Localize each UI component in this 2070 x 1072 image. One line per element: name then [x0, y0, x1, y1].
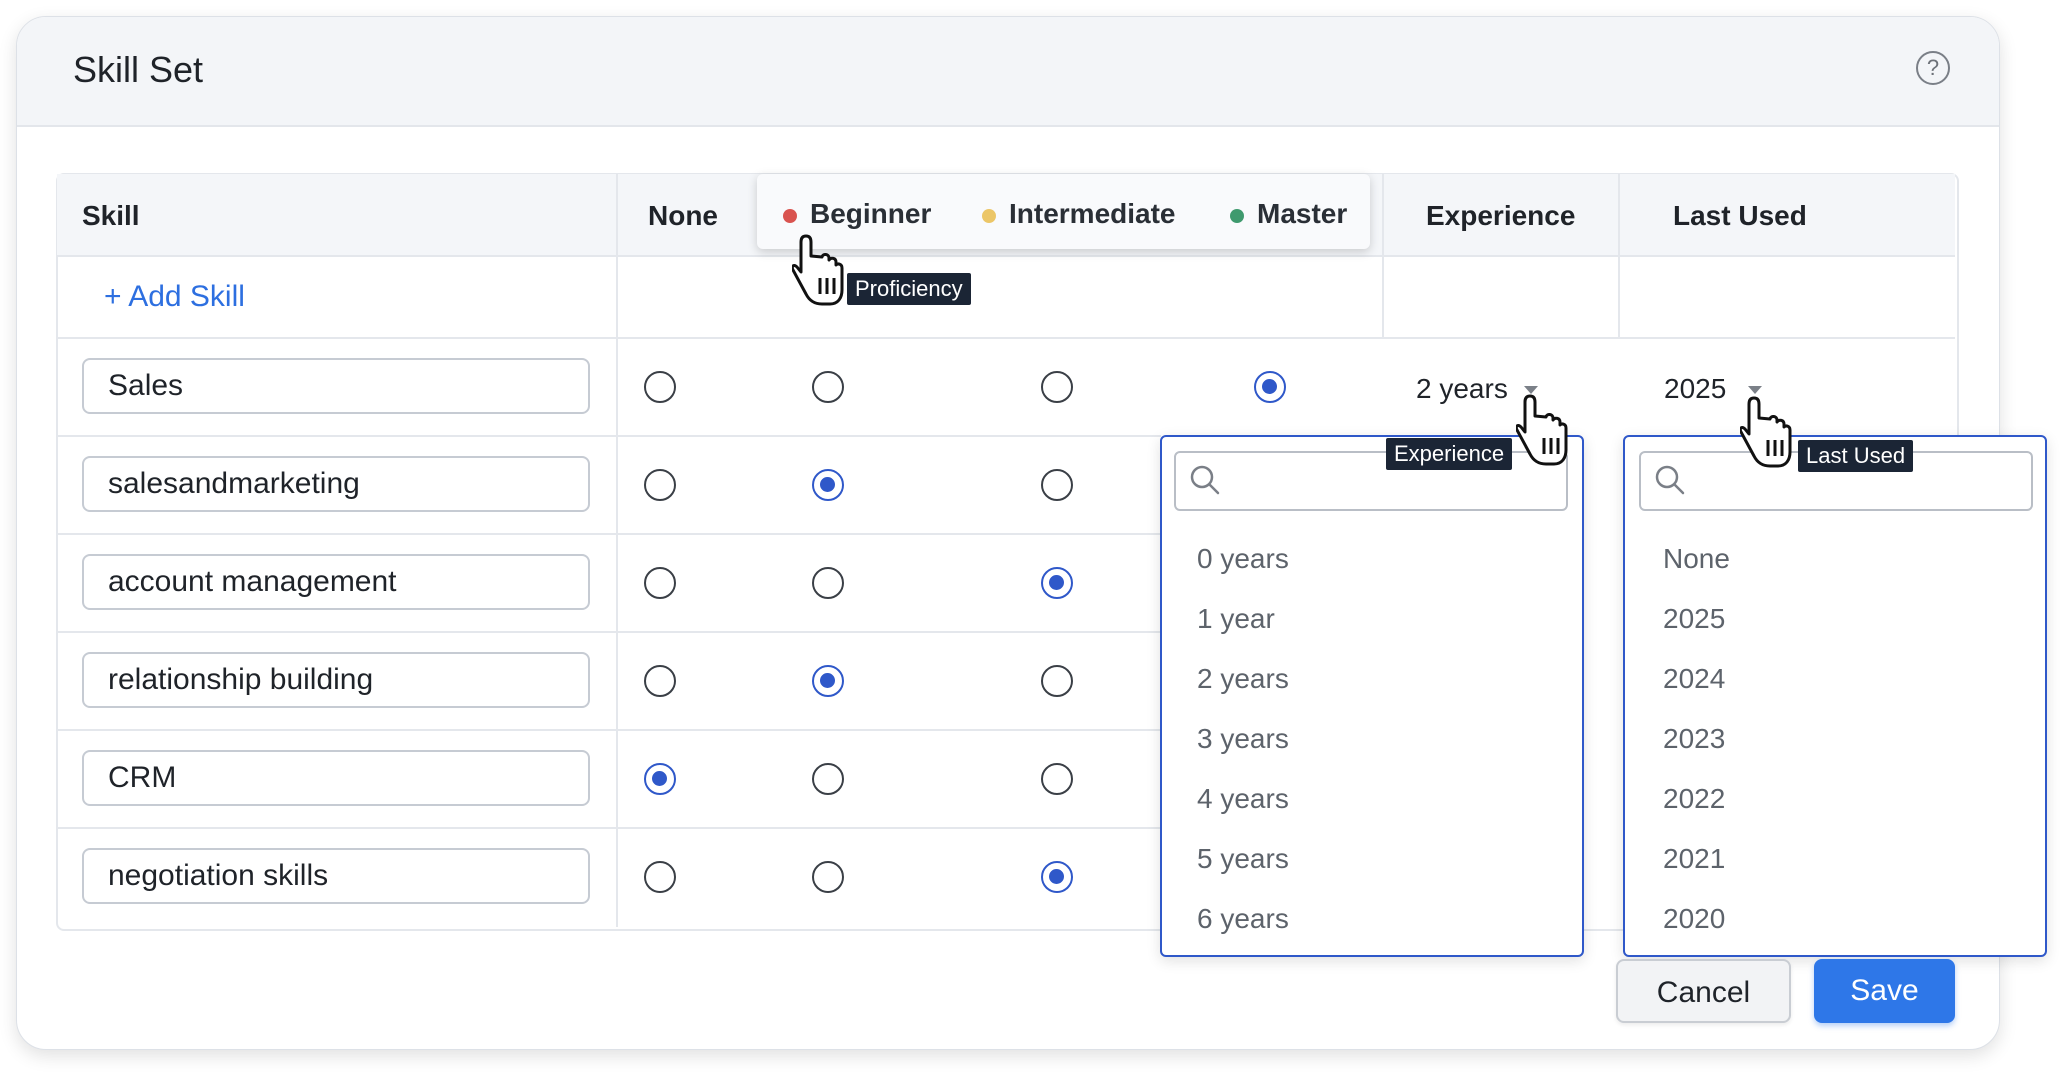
beginner-dot-icon: [783, 209, 797, 223]
panel-header: [17, 17, 1999, 127]
proficiency-radio-intermediate[interactable]: [1041, 567, 1073, 599]
experience-option[interactable]: 5 years: [1197, 843, 1289, 875]
column-header-none: None: [648, 200, 718, 231]
last-used-select-value[interactable]: 2025: [1664, 373, 1726, 405]
last-used-option[interactable]: 2025: [1663, 603, 1725, 635]
proficiency-radio-beginner[interactable]: [812, 371, 844, 403]
column-divider: [616, 174, 618, 927]
last-used-tooltip: Last Used: [1798, 440, 1914, 472]
skill-name-input[interactable]: negotiation skills: [82, 848, 590, 904]
column-divider: [1618, 174, 1620, 338]
search-icon: [1190, 465, 1220, 495]
column-header-master[interactable]: Master: [1257, 198, 1347, 230]
last-used-dropdown: [1623, 435, 2047, 957]
column-header-beginner[interactable]: Beginner: [810, 198, 931, 230]
help-icon[interactable]: ?: [1916, 51, 1950, 85]
intermediate-dot-icon: [982, 209, 996, 223]
row-divider: [57, 337, 1955, 339]
skill-name-input[interactable]: CRM: [82, 750, 590, 806]
proficiency-radio-intermediate[interactable]: [1041, 371, 1073, 403]
experience-option[interactable]: 3 years: [1197, 723, 1289, 755]
proficiency-radio-beginner[interactable]: [812, 763, 844, 795]
hand-pointer-icon: [1740, 396, 1792, 468]
last-used-option[interactable]: None: [1663, 543, 1730, 575]
experience-option[interactable]: 6 years: [1197, 903, 1289, 935]
proficiency-radio-master[interactable]: [1254, 371, 1286, 403]
proficiency-radio-intermediate[interactable]: [1041, 861, 1073, 893]
row-divider: [57, 729, 1161, 731]
master-dot-icon: [1230, 209, 1244, 223]
skill-name-input[interactable]: salesandmarketing: [82, 456, 590, 512]
add-skill-link[interactable]: + Add Skill: [104, 280, 245, 314]
row-divider: [57, 435, 1161, 437]
caret-down-icon[interactable]: [1748, 386, 1762, 394]
experience-option[interactable]: 4 years: [1197, 783, 1289, 815]
panel-title: Skill Set: [73, 49, 204, 90]
column-header-skill: Skill: [82, 200, 140, 231]
hand-pointer-icon: [792, 234, 844, 306]
column-header-experience: Experience: [1426, 200, 1576, 231]
row-divider: [57, 533, 1161, 535]
last-used-option[interactable]: 2022: [1663, 783, 1725, 815]
column-header-intermediate[interactable]: Intermediate: [1009, 198, 1176, 230]
save-button[interactable]: Save: [1814, 959, 1955, 1023]
row-divider: [57, 827, 1161, 829]
proficiency-tooltip: Proficiency: [847, 273, 971, 305]
experience-tooltip: Experience: [1386, 438, 1513, 470]
proficiency-radio-beginner[interactable]: [812, 861, 844, 893]
proficiency-radio-intermediate[interactable]: [1041, 469, 1073, 501]
last-used-option[interactable]: 2021: [1663, 843, 1725, 875]
proficiency-radio-beginner[interactable]: [812, 469, 844, 501]
experience-option[interactable]: 2 years: [1197, 663, 1289, 695]
last-used-option[interactable]: 2023: [1663, 723, 1725, 755]
skill-name-input[interactable]: Sales: [82, 358, 590, 414]
hand-pointer-icon: [1516, 394, 1568, 466]
column-header-last-used: Last Used: [1673, 200, 1807, 231]
experience-select-value[interactable]: 2 years: [1416, 373, 1508, 405]
proficiency-radio-beginner[interactable]: [812, 665, 844, 697]
cancel-button[interactable]: Cancel: [1616, 959, 1791, 1023]
proficiency-radio-beginner[interactable]: [812, 567, 844, 599]
search-icon: [1655, 465, 1685, 495]
proficiency-radio-intermediate[interactable]: [1041, 665, 1073, 697]
experience-dropdown: [1160, 435, 1584, 957]
proficiency-radio-none[interactable]: [644, 469, 676, 501]
proficiency-radio-none[interactable]: [644, 861, 676, 893]
row-divider: [57, 631, 1161, 633]
skill-name-input[interactable]: relationship building: [82, 652, 590, 708]
experience-option[interactable]: 0 years: [1197, 543, 1289, 575]
last-used-option[interactable]: 2020: [1663, 903, 1725, 935]
proficiency-radio-none[interactable]: [644, 567, 676, 599]
experience-option[interactable]: 1 year: [1197, 603, 1275, 635]
last-used-option[interactable]: 2024: [1663, 663, 1725, 695]
column-divider: [1382, 174, 1384, 338]
proficiency-radio-none[interactable]: [644, 763, 676, 795]
proficiency-radio-none[interactable]: [644, 371, 676, 403]
proficiency-radio-none[interactable]: [644, 665, 676, 697]
proficiency-radio-intermediate[interactable]: [1041, 763, 1073, 795]
skill-name-input[interactable]: account management: [82, 554, 590, 610]
